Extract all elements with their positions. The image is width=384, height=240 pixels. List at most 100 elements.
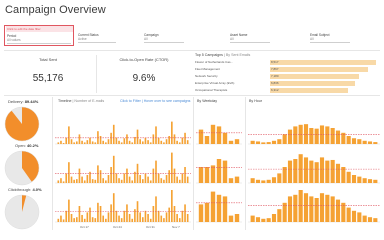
chart-bar[interactable] (346, 207, 351, 222)
chart-bar[interactable] (335, 199, 341, 222)
chart-bar[interactable] (325, 126, 330, 144)
chart-bar[interactable] (293, 159, 298, 183)
campaign-row[interactable]: Network Security 7,180 (195, 74, 381, 79)
chart-bar[interactable] (168, 207, 171, 222)
chart-bar[interactable] (155, 160, 157, 183)
chart-bar[interactable] (173, 168, 176, 183)
chart-bar[interactable] (204, 136, 210, 144)
chart-bar[interactable] (78, 206, 81, 222)
chart-bar[interactable] (287, 129, 293, 144)
chart-bar[interactable] (293, 126, 298, 144)
chart-bar[interactable] (57, 218, 60, 222)
chart-bar[interactable] (136, 163, 139, 183)
chart-bar[interactable] (277, 139, 282, 144)
chart-bar[interactable] (139, 139, 141, 144)
filter-value[interactable]: Active (78, 37, 87, 41)
chart-bar[interactable] (160, 140, 163, 144)
chart-bar[interactable] (83, 142, 86, 144)
chart-bar[interactable] (102, 215, 105, 222)
chart-bar[interactable] (81, 176, 83, 183)
chart-bar[interactable] (73, 179, 75, 183)
chart-bar[interactable] (266, 142, 271, 144)
chart-bar[interactable] (184, 132, 186, 144)
chart-bar[interactable] (99, 170, 102, 183)
chart-bar[interactable] (210, 191, 216, 222)
chart-bar[interactable] (163, 218, 165, 222)
chart-bar[interactable] (362, 215, 367, 222)
chart-bar[interactable] (373, 142, 378, 144)
chart-bar[interactable] (81, 140, 83, 144)
chart-bar[interactable] (94, 179, 97, 183)
chart-bar[interactable] (157, 173, 160, 183)
chart-bar[interactable] (105, 180, 107, 183)
chart-bar[interactable] (60, 178, 62, 183)
chart-bar[interactable] (351, 210, 357, 222)
chart-bar[interactable] (94, 142, 97, 144)
chart-bar[interactable] (222, 160, 228, 183)
chart-bar[interactable] (136, 129, 139, 144)
chart-bar[interactable] (105, 218, 107, 222)
chart-bar[interactable] (234, 139, 240, 144)
chart-bar[interactable] (184, 204, 186, 222)
chart-bar[interactable] (112, 155, 115, 183)
chart-bar[interactable] (75, 217, 78, 222)
chart-bar[interactable] (367, 179, 373, 183)
campaign-row[interactable]: Flower of Netherlands Cas... 8,517 (195, 60, 381, 65)
campaign-row[interactable]: Fleet Management 7,867 (195, 67, 381, 72)
chart-bar[interactable] (86, 175, 89, 183)
chart-bar[interactable] (65, 173, 68, 183)
chart-bar[interactable] (330, 159, 335, 183)
chart-bar[interactable] (325, 160, 330, 183)
chart-bar[interactable] (234, 176, 240, 183)
chart-bar[interactable] (123, 173, 126, 183)
by-weekday-chart[interactable] (196, 108, 242, 226)
chart-bar[interactable] (261, 142, 266, 144)
chart-bar[interactable] (107, 175, 110, 183)
chart-bar[interactable] (110, 132, 112, 144)
chart-bar[interactable] (70, 139, 73, 144)
chart-bar[interactable] (255, 141, 261, 144)
chart-bar[interactable] (149, 180, 152, 183)
chart-bar[interactable] (70, 176, 73, 183)
chart-bar[interactable] (91, 141, 94, 144)
chart-bar[interactable] (62, 143, 65, 144)
chart-bar[interactable] (176, 176, 178, 183)
chart-bar[interactable] (147, 176, 149, 183)
chart-bar[interactable] (314, 128, 319, 144)
chart-bar[interactable] (309, 160, 314, 183)
chart-bar[interactable] (210, 165, 216, 183)
chart-bar[interactable] (152, 168, 155, 183)
chart-bar[interactable] (173, 134, 176, 144)
chart-bar[interactable] (123, 210, 126, 222)
chart-bar[interactable] (186, 176, 189, 183)
chart-bar[interactable] (168, 136, 171, 144)
chart-bar[interactable] (373, 179, 378, 183)
chart-bar[interactable] (60, 140, 62, 144)
chart-bar[interactable] (271, 140, 277, 144)
chart-bar[interactable] (75, 179, 78, 183)
chart-bar[interactable] (120, 142, 123, 144)
timeline-chart[interactable] (55, 108, 191, 226)
chart-bar[interactable] (277, 173, 282, 183)
chart-bar[interactable] (62, 219, 65, 222)
chart-bar[interactable] (335, 163, 341, 183)
chart-bar[interactable] (178, 142, 181, 144)
chart-bar[interactable] (303, 193, 309, 222)
chart-bar[interactable] (181, 210, 184, 222)
chart-bar[interactable] (319, 157, 325, 183)
chart-bar[interactable] (65, 210, 68, 222)
chart-bar[interactable] (70, 214, 73, 222)
chart-bar[interactable] (261, 180, 266, 183)
chart-bar[interactable] (357, 212, 362, 222)
chart-bar[interactable] (128, 214, 131, 222)
chart-bar[interactable] (351, 138, 357, 144)
chart-bar[interactable] (147, 140, 149, 144)
chart-bar[interactable] (62, 181, 65, 183)
chart-bar[interactable] (118, 178, 120, 183)
chart-bar[interactable] (139, 175, 141, 183)
chart-bar[interactable] (171, 152, 173, 183)
chart-bar[interactable] (204, 202, 210, 222)
chart-bar[interactable] (357, 176, 362, 183)
chart-bar[interactable] (255, 179, 261, 183)
filter-value[interactable]: All (230, 37, 234, 41)
